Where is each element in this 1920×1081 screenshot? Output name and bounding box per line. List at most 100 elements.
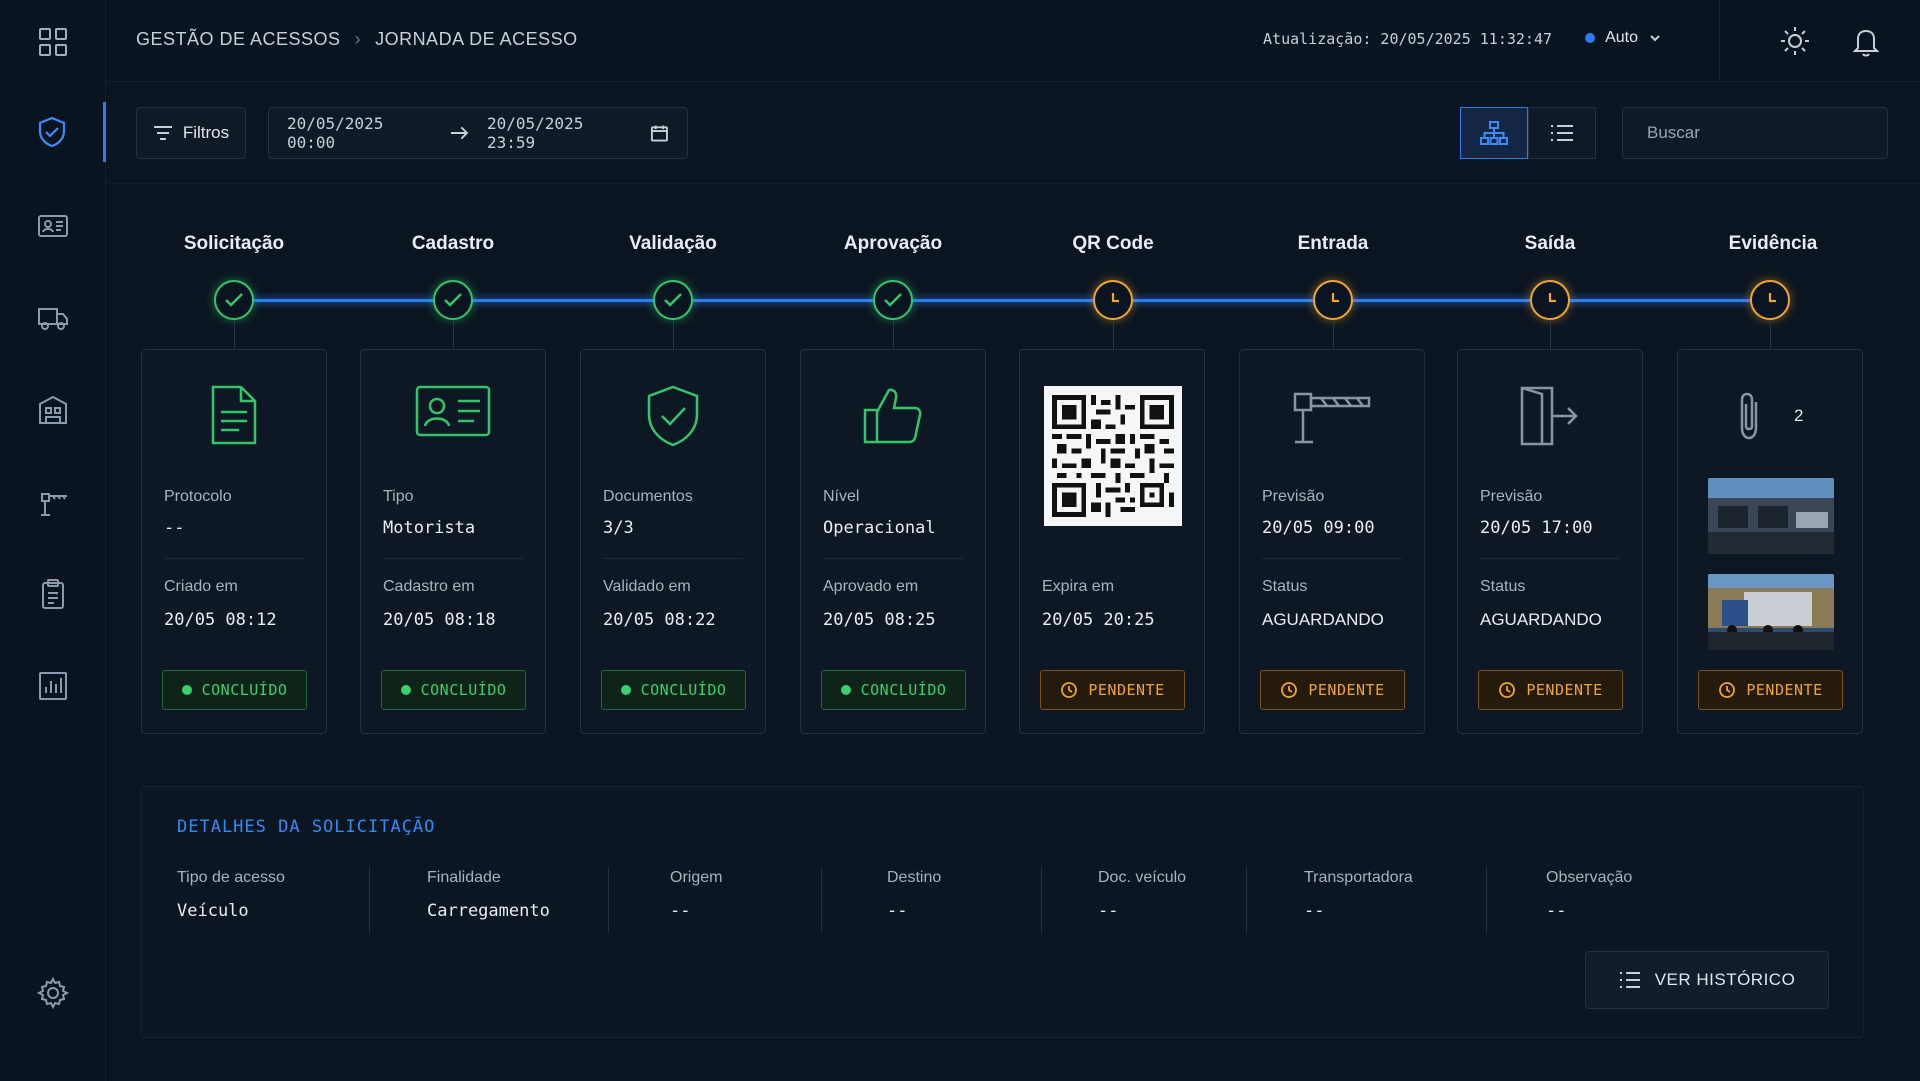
detail-label: Finalidade — [427, 869, 501, 886]
card-label: Cadastro em — [383, 578, 475, 595]
card-value: -- — [164, 518, 185, 538]
step-card-aprovacao[interactable]: Nível Operacional Aprovado em 20/05 08:2… — [800, 349, 986, 734]
sidebar-item-facilities[interactable] — [0, 380, 106, 440]
detail-divider — [369, 867, 370, 933]
step-node-validacao — [653, 280, 693, 320]
auto-refresh-select[interactable]: Auto — [1585, 29, 1662, 47]
step-card-saida[interactable]: Previsão 20/05 17:00 Status AGUARDANDO P… — [1457, 349, 1643, 734]
qr-code-image[interactable] — [1044, 386, 1182, 526]
attachments-counter[interactable]: 2 — [1734, 390, 1803, 442]
step-card-qrcode[interactable]: Expira em 20/05 20:25 PENDENTE — [1019, 349, 1205, 734]
status-badge: CONCLUÍDO — [162, 670, 307, 710]
card-icon-wrap — [801, 384, 985, 446]
card-value: Motorista — [383, 518, 476, 538]
sidebar-item-access[interactable] — [0, 102, 106, 162]
detail-divider — [1246, 867, 1247, 933]
sidebar — [0, 0, 106, 1081]
evidence-photo-1[interactable] — [1708, 478, 1834, 554]
card-value: 20/05 08:12 — [164, 610, 277, 630]
connector — [1550, 320, 1551, 350]
status-badge: PENDENTE — [1040, 670, 1185, 710]
clock-icon — [1061, 682, 1078, 698]
warehouse-photo-icon — [1708, 478, 1834, 554]
status-dot — [620, 685, 631, 695]
sidebar-item-credentials[interactable] — [0, 196, 106, 256]
step-card-entrada[interactable]: Previsão 20/05 09:00 Status AGUARDANDO P… — [1239, 349, 1425, 734]
filters-label: Filtros — [182, 123, 230, 142]
sidebar-item-settings[interactable] — [0, 963, 106, 1023]
truck-icon — [38, 308, 68, 330]
sidebar-item-gates[interactable] — [0, 472, 106, 532]
detail-field-carrier: Transportadora -- — [1304, 869, 1413, 941]
filters-button[interactable]: Filtros — [136, 107, 246, 159]
bell-icon[interactable] — [1849, 24, 1883, 58]
detail-divider — [608, 867, 609, 933]
step-node-solicitacao — [214, 280, 254, 320]
list-view-button[interactable] — [1528, 107, 1596, 159]
step-card-evidencia[interactable]: 2 PENDENTE — [1677, 349, 1863, 734]
detail-field-purpose: Finalidade Carregamento — [427, 869, 550, 941]
barrier-icon — [41, 493, 67, 516]
sidebar-item-analytics[interactable] — [0, 656, 106, 716]
status-badge-label: CONCLUÍDO — [420, 681, 507, 699]
status-badge-label: PENDENTE — [1088, 681, 1165, 699]
card-value: 20/05 09:00 — [1262, 518, 1375, 538]
card-icon-wrap — [1458, 384, 1642, 448]
card-value: 20/05 08:22 — [603, 610, 716, 630]
sidebar-item-reports[interactable] — [0, 564, 106, 624]
list-icon — [1619, 972, 1640, 988]
status-badge-label: CONCLUÍDO — [860, 681, 947, 699]
check-icon — [664, 293, 682, 307]
status-dot — [181, 685, 192, 695]
detail-value: Carregamento — [427, 901, 550, 921]
status-badge-label: CONCLUÍDO — [640, 681, 727, 699]
step-title-validacao: Validação — [629, 233, 717, 254]
exit-door-icon — [1520, 386, 1578, 446]
step-title-entrada: Entrada — [1297, 233, 1369, 254]
step-card-validacao[interactable]: Documentos 3/3 Validado em 20/05 08:22 C… — [580, 349, 766, 734]
card-value: AGUARDANDO — [1480, 610, 1602, 629]
detail-label: Doc. veículo — [1098, 869, 1187, 886]
flow-view-button[interactable] — [1460, 107, 1528, 159]
search-box[interactable] — [1622, 107, 1888, 159]
detail-label: Observação — [1546, 869, 1633, 886]
search-input[interactable] — [1647, 123, 1868, 143]
clipboard-icon — [42, 579, 64, 609]
check-icon — [225, 293, 243, 307]
card-label: Validado em — [603, 578, 691, 595]
detail-field-access-type: Tipo de acesso Veículo — [177, 869, 285, 941]
status-dot — [840, 685, 851, 695]
card-icon-wrap — [1240, 384, 1424, 446]
connector — [234, 320, 235, 350]
shield-check-icon — [647, 385, 699, 447]
sidebar-item-vehicles[interactable] — [0, 288, 106, 348]
step-card-cadastro[interactable]: Tipo Motorista Cadastro em 20/05 08:18 C… — [360, 349, 546, 734]
breadcrumb-root[interactable]: GESTÃO DE ACESSOS — [136, 29, 341, 50]
card-label: Documentos — [603, 488, 693, 505]
chart-icon — [39, 672, 67, 700]
card-divider — [164, 558, 304, 559]
card-value: 3/3 — [603, 518, 634, 538]
date-range-picker[interactable]: 20/05/2025 00:00 20/05/2025 23:59 — [268, 107, 688, 159]
detail-label: Transportadora — [1304, 869, 1413, 886]
connector — [1113, 320, 1114, 350]
step-title-saida: Saída — [1524, 233, 1576, 254]
id-card-icon — [415, 385, 491, 437]
attachments-count: 2 — [1794, 406, 1804, 425]
card-label: Previsão — [1262, 488, 1325, 505]
detail-value: -- — [1304, 901, 1325, 921]
card-value: 20/05 20:25 — [1042, 610, 1155, 630]
step-card-solicitacao[interactable]: Protocolo -- Criado em 20/05 08:12 CONCL… — [141, 349, 327, 734]
card-label: Expira em — [1042, 578, 1115, 595]
status-badge: CONCLUÍDO — [601, 670, 746, 710]
sun-icon[interactable] — [1778, 24, 1812, 58]
connector — [673, 320, 674, 350]
view-history-button[interactable]: VER HISTÓRICO — [1585, 951, 1829, 1009]
card-label: Previsão — [1480, 488, 1543, 505]
connector — [1770, 320, 1771, 350]
apps-grid-button[interactable] — [0, 12, 106, 72]
status-badge-label: PENDENTE — [1308, 681, 1385, 699]
evidence-photo-2[interactable] — [1708, 574, 1834, 650]
chevron-right-icon: › — [354, 29, 362, 49]
status-badge-label: PENDENTE — [1526, 681, 1603, 699]
